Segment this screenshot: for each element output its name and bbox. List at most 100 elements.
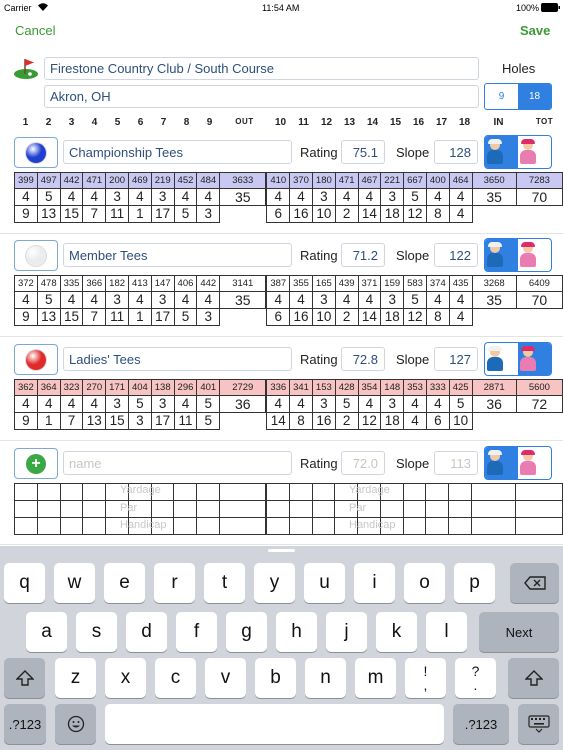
par-cell[interactable]: 3 — [105, 291, 129, 309]
yardage-cell[interactable]: 442 — [59, 172, 84, 189]
yardage-cell[interactable]: 366 — [82, 275, 107, 292]
handicap-cell[interactable]: 14 — [357, 308, 382, 326]
handicap-cell[interactable]: 6 — [266, 205, 291, 223]
handicap-cell[interactable] — [516, 205, 563, 223]
key-t[interactable]: t — [204, 563, 245, 603]
backspace-key[interactable] — [510, 563, 559, 603]
yardage-cell[interactable]: 471 — [82, 172, 107, 189]
par-cell[interactable]: 3 — [311, 188, 336, 206]
par-cell[interactable]: 4 — [357, 395, 382, 413]
par-cell[interactable]: 3 — [380, 395, 405, 413]
space-key[interactable] — [105, 704, 444, 744]
yardage-cell[interactable]: 138 — [150, 379, 175, 396]
handicap-cell[interactable] — [472, 205, 517, 223]
new-tee-cell[interactable] — [82, 483, 106, 501]
handicap-cell[interactable]: 2 — [334, 412, 359, 430]
par-cell[interactable]: 4 — [14, 291, 38, 309]
handicap-cell[interactable]: 18 — [380, 412, 405, 430]
new-tee-cell[interactable] — [266, 483, 290, 501]
key-b[interactable]: b — [255, 658, 296, 698]
new-tee-cell[interactable] — [448, 500, 472, 518]
yardage-cell[interactable]: 478 — [36, 275, 61, 292]
yardage-cell[interactable]: 354 — [357, 379, 382, 396]
par-cell[interactable]: 4 — [173, 291, 198, 309]
key-x[interactable]: x — [105, 658, 146, 698]
par-cell[interactable]: 4 — [173, 188, 198, 206]
par-cell[interactable]: 35 — [471, 291, 517, 309]
new-tee-cell[interactable] — [173, 483, 197, 501]
par-cell[interactable]: 5 — [36, 188, 61, 206]
yardage-cell[interactable]: 435 — [448, 275, 473, 292]
yardage-cell[interactable]: 323 — [59, 379, 84, 396]
par-cell[interactable]: 4 — [266, 395, 291, 413]
handicap-cell[interactable]: 13 — [82, 412, 107, 430]
yardage-cell[interactable]: 428 — [334, 379, 359, 396]
new-tee-cell[interactable] — [82, 517, 106, 535]
key-r[interactable]: r — [154, 563, 195, 603]
yardage-cell[interactable]: 221 — [380, 172, 405, 189]
new-tee-cell[interactable] — [218, 517, 267, 535]
handicap-cell[interactable]: 14 — [266, 412, 291, 430]
tee-color-button[interactable] — [14, 344, 58, 375]
next-key[interactable]: Next — [479, 612, 559, 652]
par-cell[interactable]: 4 — [357, 188, 382, 206]
new-tee-cell[interactable] — [311, 483, 336, 501]
yardage-cell[interactable]: 497 — [36, 172, 61, 189]
yardage-cell[interactable]: 341 — [289, 379, 313, 396]
par-cell[interactable]: 4 — [289, 291, 313, 309]
yardage-cell[interactable]: 148 — [380, 379, 405, 396]
par-cell[interactable]: 4 — [59, 188, 84, 206]
par-cell[interactable]: 35 — [219, 291, 267, 309]
male-golfer-icon[interactable] — [485, 447, 518, 479]
yardage-cell[interactable]: 333 — [425, 379, 450, 396]
handicap-cell[interactable]: 5 — [173, 308, 198, 326]
numbers-key-left[interactable]: .?123 — [4, 704, 46, 744]
yardage-cell[interactable]: 583 — [403, 275, 427, 292]
shift-key-left[interactable] — [4, 658, 45, 698]
par-cell[interactable]: 4 — [127, 291, 152, 309]
handicap-cell[interactable]: 3 — [127, 412, 152, 430]
par-cell[interactable]: 4 — [14, 395, 38, 413]
key-f[interactable]: f — [176, 612, 217, 652]
key-?[interactable]: ?. — [455, 658, 496, 698]
handicap-cell[interactable]: 10 — [311, 308, 336, 326]
key-![interactable]: !, — [405, 658, 446, 698]
par-cell[interactable]: 35 — [471, 188, 517, 206]
key-y[interactable]: y — [254, 563, 295, 603]
yardage-cell[interactable]: 667 — [403, 172, 427, 189]
yardage-cell[interactable]: 484 — [196, 172, 221, 189]
handicap-cell[interactable]: 1 — [36, 412, 61, 430]
new-tee-cell[interactable] — [470, 483, 517, 501]
new-tee-cell[interactable] — [288, 500, 313, 518]
key-d[interactable]: d — [126, 612, 167, 652]
handicap-cell[interactable] — [219, 412, 266, 430]
par-cell[interactable]: 5 — [403, 188, 427, 206]
new-tee-name-field[interactable]: name — [63, 451, 292, 475]
par-cell[interactable]: 4 — [425, 395, 450, 413]
handicap-cell[interactable]: 5 — [173, 205, 198, 223]
yardage-cell[interactable]: 7283 — [515, 172, 563, 189]
key-a[interactable]: a — [26, 612, 67, 652]
par-cell[interactable]: 4 — [59, 395, 84, 413]
holes-option-9[interactable]: 9 — [485, 84, 518, 109]
new-tee-cell[interactable] — [59, 483, 84, 501]
new-tee-cell[interactable] — [448, 517, 472, 535]
par-cell[interactable]: 3 — [380, 188, 405, 206]
key-p[interactable]: p — [454, 563, 495, 603]
handicap-cell[interactable] — [219, 205, 266, 223]
yardage-cell[interactable]: 3268 — [471, 275, 517, 292]
yardage-cell[interactable]: 406 — [173, 275, 198, 292]
par-cell[interactable]: 4 — [425, 291, 450, 309]
handicap-cell[interactable]: 9 — [14, 308, 38, 326]
key-s[interactable]: s — [76, 612, 117, 652]
new-tee-cell[interactable] — [173, 517, 197, 535]
par-cell[interactable]: 70 — [515, 188, 563, 206]
slope-field[interactable]: 113 — [434, 451, 478, 475]
new-tee-cell[interactable] — [288, 483, 313, 501]
save-button[interactable]: Save — [520, 23, 550, 38]
key-g[interactable]: g — [226, 612, 267, 652]
par-cell[interactable]: 4 — [196, 188, 221, 206]
handicap-cell[interactable]: 6 — [425, 412, 450, 430]
new-tee-cell[interactable] — [515, 517, 563, 535]
par-cell[interactable]: 4 — [334, 188, 359, 206]
